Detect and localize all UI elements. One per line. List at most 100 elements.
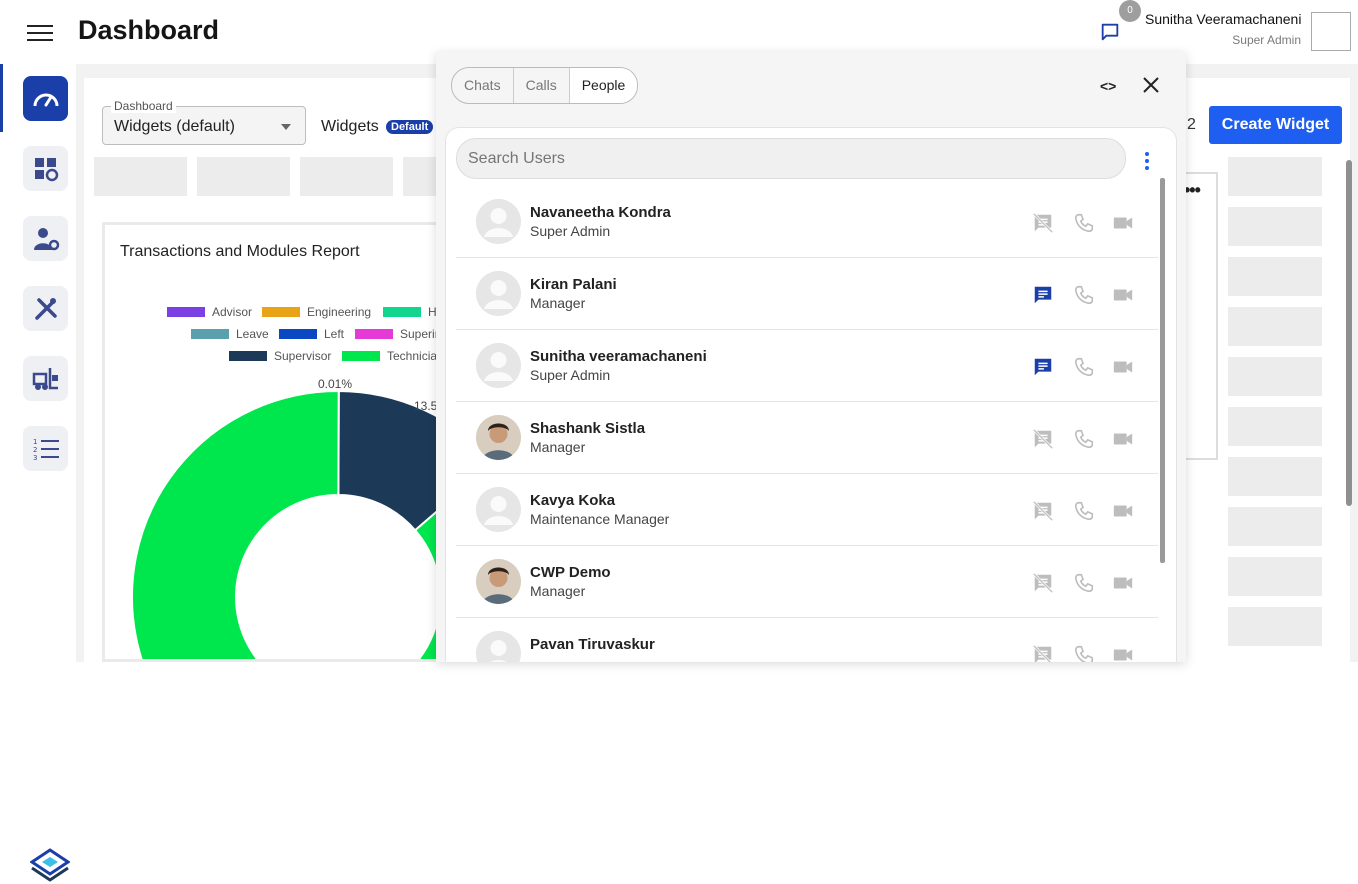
chat-count-badge: 0: [1119, 0, 1141, 22]
widget-settings-icon: [34, 157, 58, 181]
phone-icon[interactable]: [1073, 644, 1095, 662]
menu-icon[interactable]: [27, 25, 53, 43]
legend-swatch: [191, 329, 229, 339]
sidebar: 123: [0, 64, 76, 882]
placeholder-tile: [1228, 607, 1322, 646]
transactions-chart-card: Transactions and Modules Report Advisor E…: [102, 222, 462, 662]
company-logo-icon: [30, 848, 70, 882]
chat-panel: Chats Calls People <> Navaneetha Kondra S…: [436, 52, 1186, 662]
person-name: Kiran Palani: [530, 276, 617, 293]
donut-chart: AdvisorEngineeringHeaLeaveLeftSuperintSu…: [131, 305, 459, 659]
user-avatar[interactable]: [1311, 12, 1351, 51]
person-name: Shashank Sistla: [530, 420, 646, 437]
more-options-icon[interactable]: •••: [1184, 180, 1201, 201]
placeholder-tile: [1228, 407, 1322, 446]
video-call-icon[interactable]: [1112, 500, 1134, 522]
people-list: Navaneetha Kondra Super Admin Kiran Palani…: [456, 186, 1158, 662]
legend-swatch: [383, 307, 421, 317]
phone-icon[interactable]: [1073, 356, 1095, 378]
user-settings-icon: [33, 227, 59, 250]
user-name: Sunitha Veeramachaneni: [1145, 11, 1302, 27]
placeholder-tile: [94, 157, 187, 196]
expand-code-icon[interactable]: <>: [1100, 78, 1116, 94]
create-widget-button[interactable]: Create Widget: [1209, 106, 1342, 144]
placeholder-tile: [1228, 507, 1322, 546]
user-role: Super Admin: [1232, 33, 1301, 47]
message-icon[interactable]: [1032, 428, 1054, 450]
phone-icon[interactable]: [1073, 428, 1095, 450]
sidebar-item-inventory[interactable]: [23, 356, 68, 401]
person-name: Navaneetha Kondra: [530, 204, 671, 221]
phone-icon[interactable]: [1073, 572, 1095, 594]
person-role: Manager: [530, 439, 586, 455]
people-list-scrollbar[interactable]: [1160, 178, 1165, 563]
person-name: Sunitha veeramachaneni: [530, 348, 707, 365]
video-call-icon[interactable]: [1112, 284, 1134, 306]
message-icon[interactable]: [1032, 572, 1054, 594]
video-call-icon[interactable]: [1112, 644, 1134, 662]
page-title: Dashboard: [78, 15, 220, 45]
sidebar-item-users[interactable]: [23, 216, 68, 261]
svg-text:3: 3: [33, 454, 37, 462]
legend-label: Engineering: [307, 305, 371, 319]
sidebar-item-lists[interactable]: 123: [23, 426, 68, 471]
chat-tabs: Chats Calls People: [451, 67, 639, 104]
tab-people[interactable]: People: [569, 68, 638, 103]
forklift-icon: [32, 367, 58, 390]
search-users-input[interactable]: [456, 138, 1126, 179]
people-list-panel: Navaneetha Kondra Super Admin Kiran Palani…: [445, 127, 1177, 662]
message-icon[interactable]: [1032, 500, 1054, 522]
person-name: Pavan Tiruvaskur: [530, 636, 655, 653]
dropdown-arrow-icon: [281, 124, 291, 130]
avatar: [476, 199, 521, 244]
phone-icon[interactable]: [1073, 284, 1095, 306]
message-icon[interactable]: [1032, 644, 1054, 662]
message-icon[interactable]: [1032, 284, 1054, 306]
placeholder-tile: [1228, 207, 1322, 246]
legend-label: Supervisor: [274, 349, 331, 363]
placeholder-tile: [300, 157, 393, 196]
list-item[interactable]: Navaneetha Kondra Super Admin: [456, 186, 1158, 258]
list-item[interactable]: Shashank Sistla Manager: [456, 402, 1158, 474]
message-icon[interactable]: [1032, 212, 1054, 234]
tab-calls[interactable]: Calls: [514, 68, 570, 103]
list-item[interactable]: Kiran Palani Manager: [456, 258, 1158, 330]
person-role: Manager: [530, 583, 586, 599]
sidebar-item-maintenance[interactable]: [23, 286, 68, 331]
person-name: Kavya Koka: [530, 492, 616, 509]
placeholder-tile: [197, 157, 290, 196]
page-scrollbar[interactable]: [1346, 160, 1352, 506]
list-item[interactable]: Sunitha veeramachaneni Super Admin: [456, 330, 1158, 402]
chat-icon[interactable]: [1099, 21, 1121, 43]
person-role: Manager: [530, 295, 586, 311]
tab-chats[interactable]: Chats: [452, 68, 514, 103]
dashboard-select[interactable]: Dashboard Widgets (default): [102, 99, 306, 145]
legend-label: Advisor: [212, 305, 252, 319]
speedometer-icon: [33, 93, 58, 106]
dashboard-select-label: Dashboard: [111, 99, 176, 113]
close-icon[interactable]: [1142, 76, 1160, 94]
more-vert-icon[interactable]: [1145, 152, 1149, 170]
message-icon[interactable]: [1032, 356, 1054, 378]
video-call-icon[interactable]: [1112, 356, 1134, 378]
video-call-icon[interactable]: [1112, 572, 1134, 594]
phone-icon[interactable]: [1073, 500, 1095, 522]
video-call-icon[interactable]: [1112, 428, 1134, 450]
avatar: [476, 343, 521, 388]
list-item[interactable]: Kavya Koka Maintenance Manager: [456, 474, 1158, 546]
list-item[interactable]: CWP Demo Manager: [456, 546, 1158, 618]
svg-text:1: 1: [33, 438, 37, 446]
sidebar-item-widgets[interactable]: [23, 146, 68, 191]
avatar: [476, 487, 521, 532]
active-indicator: [0, 64, 3, 132]
avatar: [476, 415, 521, 460]
placeholder-tile: [1228, 557, 1322, 596]
phone-icon[interactable]: [1073, 212, 1095, 234]
placeholder-tile: [1228, 357, 1322, 396]
video-call-icon[interactable]: [1112, 212, 1134, 234]
dashboard-select-value: Widgets (default): [114, 118, 235, 135]
legend-swatch: [355, 329, 393, 339]
person-role: Super Admin: [530, 367, 611, 383]
sidebar-item-dashboard[interactable]: [23, 76, 68, 121]
list-item[interactable]: Pavan Tiruvaskur: [456, 618, 1158, 662]
